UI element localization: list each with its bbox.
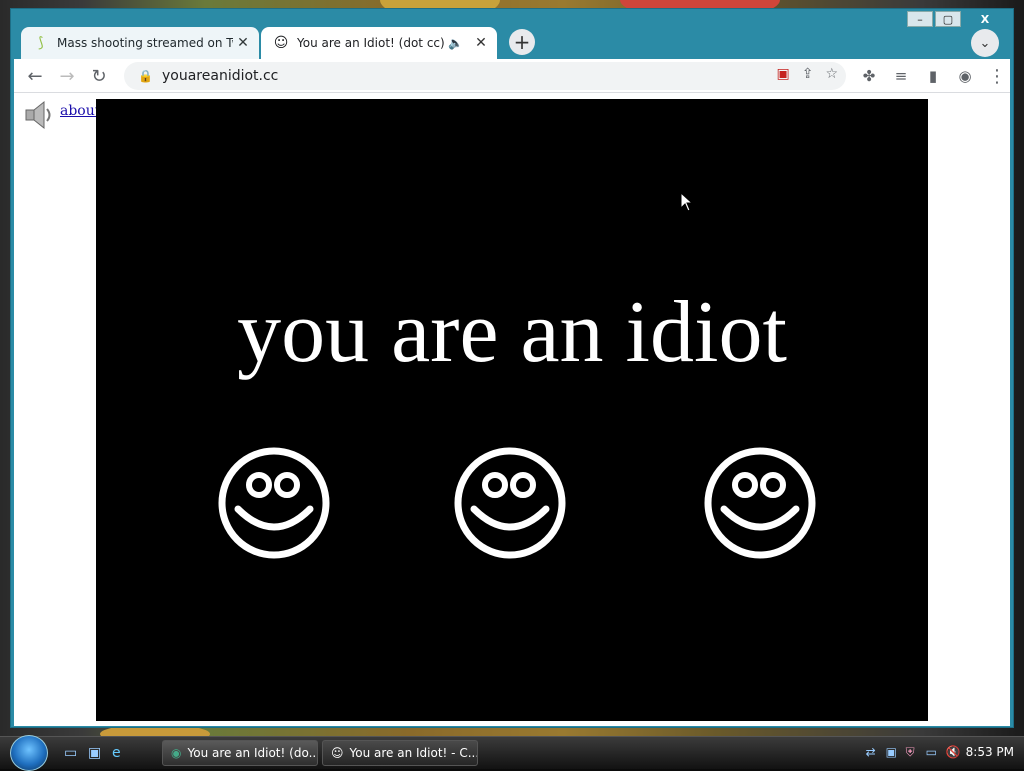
reload-button[interactable]: ↻ <box>86 63 112 89</box>
smiley-icon: ☺ <box>331 746 344 760</box>
taskbar-item-browser[interactable]: ◉ You are an Idiot! (do... <box>162 740 318 766</box>
tab-mass-shooting[interactable]: ⟆ Mass shooting streamed on Twitc ✕ <box>21 27 259 59</box>
address-bar[interactable]: 🔒 youareanidiot.cc ▣ ⇪ ☆ <box>124 62 846 90</box>
headline-text: you are an idiot <box>237 284 787 381</box>
page-viewport: about Zach you are an idiot <box>14 93 1010 726</box>
system-tray: ⇄ ▣ ⛨ ▭ 🔇 8:53 PM <box>866 745 1014 759</box>
window-switcher-icon[interactable]: ▣ <box>88 745 104 761</box>
browser-toolbar: ← → ↻ 🔒 youareanidiot.cc ▣ ⇪ ☆ ✤ ≡ ▮ ◉ ⋮ <box>14 59 1010 93</box>
smiley-icon: ☺ <box>273 35 289 51</box>
back-button[interactable]: ← <box>22 63 48 89</box>
tab-you-are-an-idiot[interactable]: ☺ You are an Idiot! (dot cc) 🔈 ✕ <box>261 27 497 59</box>
browser-window: – ▢ X ⟆ Mass shooting streamed on Twitc … <box>10 8 1014 728</box>
idiot-animation-stage: you are an idiot <box>96 99 928 721</box>
omnibox-actions: ▣ ⇪ ☆ <box>776 66 838 82</box>
smiley-face-icon <box>704 447 816 559</box>
taskbar-item-popup[interactable]: ☺ You are an Idiot! - C... <box>322 740 478 766</box>
show-desktop-icon[interactable]: ▭ <box>64 745 80 761</box>
tray-app-icon[interactable]: ▣ <box>886 745 900 759</box>
media-controls-icon[interactable]: ≡ <box>888 63 914 89</box>
cast-blocked-icon[interactable]: ▣ <box>776 66 789 82</box>
new-tab-button[interactable]: + <box>509 29 535 55</box>
smiley-face-icon <box>454 447 566 559</box>
speaker-icon <box>25 100 51 130</box>
task-label: You are an Idiot! - C... <box>349 746 478 760</box>
menu-icon[interactable]: ⋮ <box>984 63 1010 89</box>
leaf-icon: ⟆ <box>38 35 44 51</box>
internet-explorer-icon[interactable]: e <box>112 745 128 761</box>
audio-playing-icon[interactable]: 🔈 <box>448 36 463 50</box>
forward-button[interactable]: → <box>54 63 80 89</box>
chrome-icon: ◉ <box>171 746 182 760</box>
share-icon[interactable]: ⇪ <box>802 66 814 82</box>
tab-strip: ⟆ Mass shooting streamed on Twitc ✕ ☺ Yo… <box>21 23 1001 59</box>
close-tab-icon[interactable]: ✕ <box>233 35 253 51</box>
volume-muted-icon[interactable]: 🔇 <box>946 745 961 759</box>
profile-icon[interactable]: ◉ <box>952 63 978 89</box>
display-icon[interactable]: ▭ <box>926 745 940 759</box>
close-tab-icon[interactable]: ✕ <box>471 35 491 51</box>
smiley-face-icon <box>218 447 330 559</box>
tab-search-button[interactable]: ⌄ <box>971 29 999 57</box>
tab-title: You are an Idiot! (dot cc) <box>297 36 445 50</box>
bookmark-star-icon[interactable]: ☆ <box>825 66 838 82</box>
taskbar: ▭ ▣ e ◉ You are an Idiot! (do... ☺ You a… <box>0 735 1024 771</box>
start-button[interactable] <box>10 735 48 771</box>
task-label: You are an Idiot! (do... <box>187 746 318 760</box>
mouse-cursor-icon <box>680 192 694 212</box>
url-text: youareanidiot.cc <box>162 68 279 84</box>
side-panel-icon[interactable]: ▮ <box>920 63 946 89</box>
security-icon[interactable]: ⛨ <box>906 745 920 759</box>
extensions-icon[interactable]: ✤ <box>856 63 882 89</box>
network-icon[interactable]: ⇄ <box>866 745 880 759</box>
lock-icon: 🔒 <box>138 69 153 83</box>
clock[interactable]: 8:53 PM <box>966 745 1014 759</box>
tab-title: Mass shooting streamed on Twitc <box>57 36 233 50</box>
